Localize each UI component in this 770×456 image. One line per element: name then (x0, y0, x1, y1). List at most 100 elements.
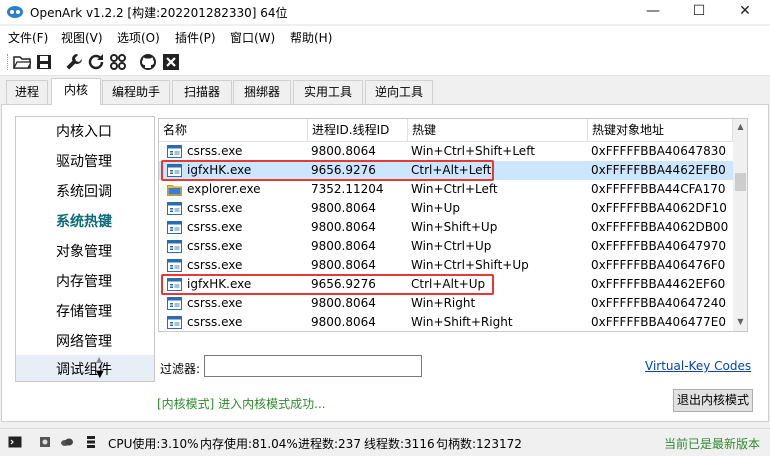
maximize-icon[interactable]: ☐ (676, 0, 722, 24)
cell-process-name: igfxHK.exe (187, 277, 252, 291)
sidebar-item-debug-component[interactable]: 调试组件 (16, 355, 154, 381)
tab-process[interactable]: 进程 (6, 80, 48, 104)
cell-process-name: csrss.exe (187, 296, 243, 310)
sidebar-item-driver-manager[interactable]: 驱动管理 (16, 147, 154, 177)
cell-pid-tid: 9800.8064 (311, 220, 376, 234)
app-window-icon (167, 259, 182, 272)
sidebar-item-memory-manager[interactable]: 内存管理 (16, 267, 154, 297)
scroll-down-arrow-icon[interactable]: ▼ (735, 315, 746, 329)
cell-hotkey-address: 0xFFFFFBBA40647240 (591, 296, 726, 310)
tab-scanner[interactable]: 扫描器 (172, 80, 232, 104)
column-header-name[interactable]: 名称 (159, 119, 308, 142)
sidebar-item-network-manager[interactable]: 网络管理 (16, 327, 154, 357)
cell-pid-tid: 9800.8064 (311, 315, 376, 329)
cell-hotkey: Win+Shift+Right (411, 315, 513, 329)
refresh-icon[interactable] (87, 53, 105, 71)
column-header-hotkey[interactable]: 热键 (408, 119, 588, 142)
app-window-icon (167, 145, 182, 158)
table-row[interactable]: csrss.exe 9800.8064 Win+Ctrl+Shift+Up 0xFFF… (159, 256, 733, 275)
console-icon[interactable] (8, 435, 22, 449)
app-window-icon (167, 202, 182, 215)
cell-process-name: csrss.exe (187, 201, 243, 215)
stack-icon[interactable] (84, 435, 98, 449)
close-square-icon[interactable] (162, 53, 180, 71)
menu-file[interactable]: 文件(F) (8, 29, 48, 46)
cell-pid-tid: 9800.8064 (311, 201, 376, 215)
menu-plugins[interactable]: 插件(P) (175, 29, 216, 46)
table-row[interactable]: csrss.exe 9800.8064 Win+Ctrl+Shift+Left 0xF… (159, 142, 733, 161)
update-status: 当前已是最新版本 (664, 437, 761, 451)
cloud-icon[interactable] (60, 435, 74, 449)
cell-hotkey: Win+Ctrl+Shift+Left (411, 144, 535, 158)
cell-hotkey: Ctrl+Alt+Up (411, 277, 486, 291)
column-header-hotkey-address[interactable]: 热键对象地址 (588, 119, 733, 142)
close-icon[interactable]: ✕ (722, 0, 768, 24)
window-title: OpenArk v1.2.2 [构建:202201282330] 64位 (30, 6, 288, 20)
settings-gear-icon[interactable] (38, 435, 52, 449)
sidebar-scroll-down-icon[interactable]: ▼ (96, 369, 104, 380)
tab-coding-helper[interactable]: 编程助手 (102, 80, 170, 104)
cell-hotkey: Win+Right (411, 296, 476, 310)
cell-hotkey-address: 0xFFFFFBBA4062DB00 (591, 220, 729, 234)
sidebar-item-kernel-entry[interactable]: 内核入口 (16, 117, 154, 147)
table-vertical-scrollbar[interactable]: ▲ ▼ (733, 119, 747, 331)
filter-input[interactable] (204, 355, 422, 377)
sidebar-scroll-up-icon[interactable]: ▲ (96, 355, 102, 364)
minimize-icon[interactable]: — (630, 0, 676, 24)
status-bar: CPU使用:3.10% 内存使用:81.04% 进程数:237 线程数:3116… (0, 428, 770, 456)
table-row[interactable]: igfxHK.exe 9656.9276 Ctrl+Alt+Up 0xFFFFFBBA… (159, 275, 733, 294)
wrench-icon[interactable] (65, 53, 83, 71)
main-tab-bar: 进程 内核 编程助手 扫描器 捆绑器 实用工具 逆向工具 (0, 78, 770, 105)
exit-kernel-mode-button[interactable]: 退出内核模式 (673, 389, 753, 412)
sidebar-item-system-callback[interactable]: 系统回调 (16, 177, 154, 207)
column-header-pid-tid[interactable]: 进程ID.线程ID (308, 119, 408, 142)
table-row[interactable]: csrss.exe 9800.8064 Win+Right 0xFFFFFBBA406… (159, 294, 733, 313)
virtual-key-codes-link[interactable]: Virtual-Key Codes (645, 359, 751, 373)
cell-process-name: csrss.exe (187, 258, 243, 272)
tab-reverse-tools[interactable]: 逆向工具 (365, 80, 433, 104)
toolbar-grip (7, 54, 8, 70)
open-folder-icon[interactable] (13, 53, 31, 71)
sidebar-item-object-manager[interactable]: 对象管理 (16, 237, 154, 267)
table-row[interactable]: explorer.exe 7352.11204 Win+Ctrl+Left 0xFFF… (159, 180, 733, 199)
table-row[interactable]: csrss.exe 9800.8064 Win+Shift+Right 0xFFFFF… (159, 313, 733, 331)
table-row[interactable]: igfxHK.exe 9656.9276 Ctrl+Alt+Left 0xFFFFFB… (159, 161, 733, 180)
sidebar-item-system-hotkey[interactable]: 系统热键 (16, 207, 154, 237)
app-window-icon (167, 278, 182, 291)
hotkey-table: 名称 进程ID.线程ID 热键 热键对象地址 csrss.exe 9800.806… (158, 118, 748, 332)
tab-kernel[interactable]: 内核 (51, 78, 101, 105)
menu-options[interactable]: 选项(O) (117, 29, 160, 46)
filter-label: 过滤器: (160, 362, 201, 376)
sidebar-item-storage-manager[interactable]: 存储管理 (16, 297, 154, 327)
kernel-sidebar: 内核入口 驱动管理 系统回调 系统热键 对象管理 内存管理 存储管理 网络管理 … (15, 116, 155, 382)
cell-hotkey-address: 0xFFFFFBBA40647970 (591, 239, 726, 253)
cell-hotkey: Ctrl+Alt+Left (411, 163, 492, 177)
table-row[interactable]: csrss.exe 9800.8064 Win+Up 0xFFFFFBBA4062DF… (159, 199, 733, 218)
tab-utilities[interactable]: 实用工具 (293, 80, 363, 104)
scroll-up-arrow-icon[interactable]: ▲ (735, 120, 746, 134)
scrollbar-thumb[interactable] (735, 173, 746, 191)
thread-count: 线程数:3116 (364, 437, 435, 451)
cell-hotkey-address: 0xFFFFFBBA4462EF60 (591, 277, 726, 291)
table-row[interactable]: csrss.exe 9800.8064 Win+Ctrl+Up 0xFFFFFBBA4… (159, 237, 733, 256)
save-icon[interactable] (35, 53, 53, 71)
cell-process-name: csrss.exe (187, 144, 243, 158)
cell-pid-tid: 9800.8064 (311, 144, 376, 158)
grid-icon[interactable] (109, 53, 127, 71)
github-icon[interactable] (139, 53, 157, 71)
app-window-icon (167, 240, 182, 253)
app-window-icon (167, 297, 182, 310)
tab-bundler[interactable]: 捆绑器 (233, 80, 291, 104)
cell-process-name: csrss.exe (187, 315, 243, 329)
table-header: 名称 进程ID.线程ID 热键 热键对象地址 (159, 119, 733, 142)
cpu-usage: CPU使用:3.10% (108, 437, 199, 451)
menu-bar: 文件(F) 视图(V) 选项(O) 插件(P) 窗口(W) 帮助(H) (0, 26, 770, 48)
menu-view[interactable]: 视图(V) (61, 29, 103, 46)
cell-hotkey: Win+Up (411, 201, 460, 215)
menu-window[interactable]: 窗口(W) (230, 29, 275, 46)
title-bar: OpenArk v1.2.2 [构建:202201282330] 64位 — ☐… (0, 0, 770, 24)
cell-hotkey: Win+Ctrl+Left (411, 182, 498, 196)
menu-help[interactable]: 帮助(H) (290, 29, 332, 46)
cell-process-name: igfxHK.exe (187, 163, 252, 177)
table-row[interactable]: csrss.exe 9800.8064 Win+Shift+Up 0xFFFFFBBA… (159, 218, 733, 237)
